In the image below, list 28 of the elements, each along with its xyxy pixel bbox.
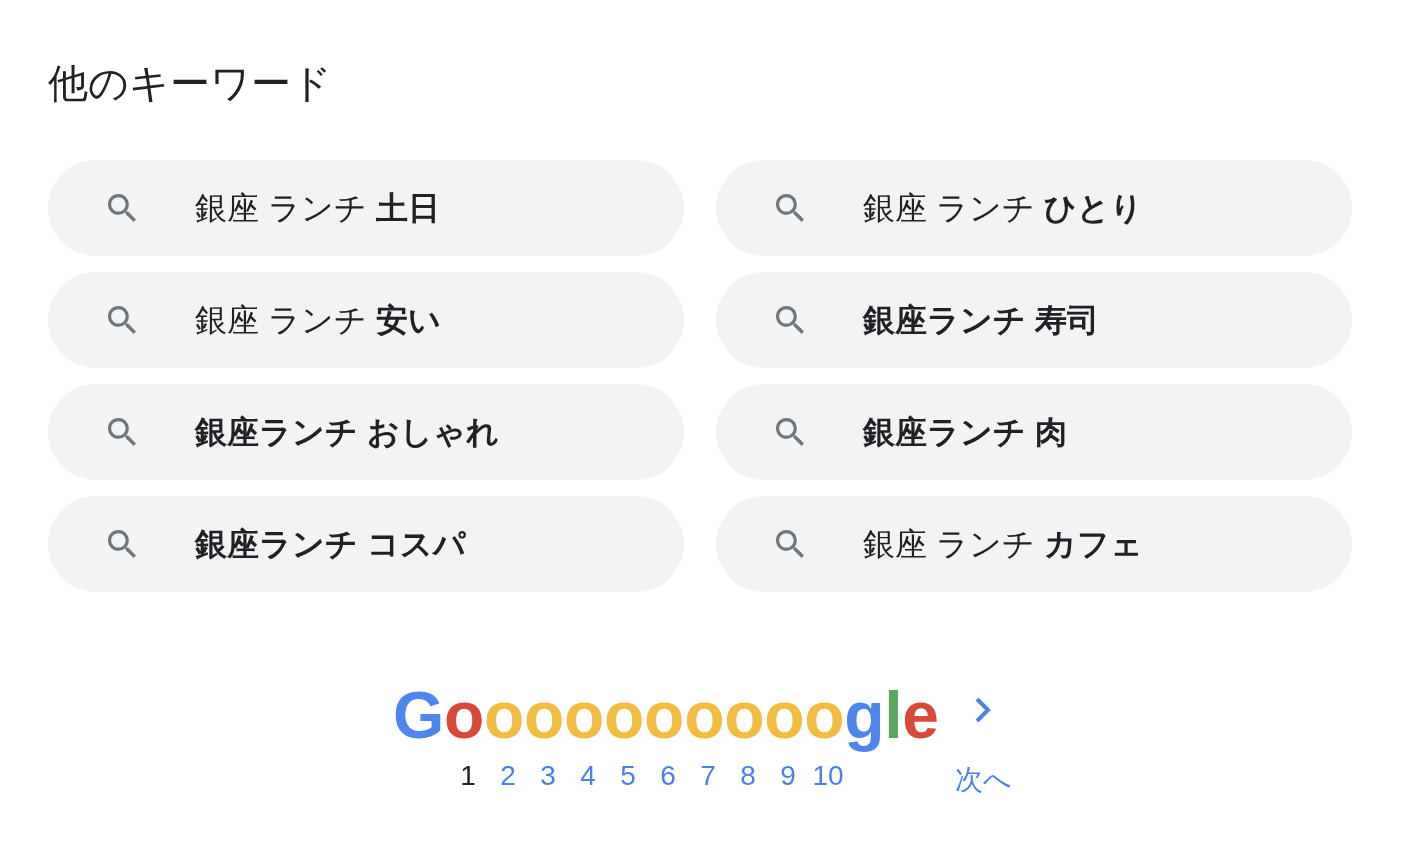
- page-link[interactable]: 9: [780, 756, 796, 796]
- search-icon: [108, 306, 136, 334]
- page-link[interactable]: 5: [620, 756, 636, 796]
- search-icon: [108, 194, 136, 222]
- page-link[interactable]: 6: [660, 756, 676, 796]
- suggestion-chip[interactable]: 銀座ランチ 肉: [716, 384, 1352, 480]
- page-link[interactable]: 10: [812, 756, 844, 796]
- page-link[interactable]: 8: [740, 756, 756, 796]
- suggestion-chip[interactable]: 銀座ランチ コスパ: [48, 496, 684, 592]
- page-link[interactable]: 4: [580, 756, 596, 796]
- page-link[interactable]: 2: [500, 756, 516, 796]
- search-icon: [108, 418, 136, 446]
- suggestion-chip[interactable]: 銀座 ランチ 土日: [48, 160, 684, 256]
- current-page: 1: [460, 759, 476, 793]
- search-icon: [776, 530, 804, 558]
- search-icon: [776, 418, 804, 446]
- search-icon: [776, 194, 804, 222]
- suggestion-chip[interactable]: 銀座ランチ 寿司: [716, 272, 1352, 368]
- section-heading: 他のキーワード: [48, 60, 332, 107]
- search-icon: [776, 306, 804, 334]
- page-link[interactable]: 7: [700, 756, 716, 796]
- suggestion-chip[interactable]: 銀座ランチ おしゃれ: [48, 384, 684, 480]
- search-icon: [108, 530, 136, 558]
- suggestion-chip[interactable]: 銀座 ランチ カフェ: [716, 496, 1352, 592]
- suggestion-chip[interactable]: 銀座 ランチ 安い: [48, 272, 684, 368]
- page-link[interactable]: 3: [540, 756, 556, 796]
- next-link[interactable]: 次へ: [954, 697, 1012, 800]
- suggestion-chip[interactable]: 銀座 ランチ ひとり: [716, 160, 1352, 256]
